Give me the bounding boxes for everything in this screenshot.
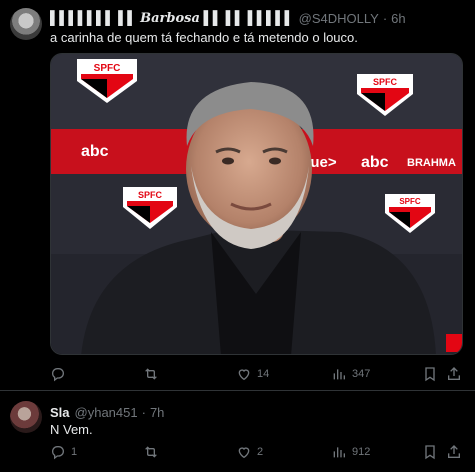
reply-icon bbox=[52, 446, 64, 460]
bookmark-button[interactable] bbox=[422, 443, 438, 461]
spfc-logo-text: SPFC bbox=[138, 190, 163, 200]
sponsor-text: BRAHMA bbox=[407, 157, 456, 169]
like-count: 14 bbox=[257, 368, 270, 380]
like-count: 2 bbox=[257, 446, 264, 458]
retweet-button[interactable] bbox=[143, 443, 164, 461]
tweet-actions: 14 347 bbox=[50, 365, 463, 383]
bookmark-icon bbox=[425, 367, 435, 382]
views-icon bbox=[333, 447, 345, 458]
sponsor-text: abc bbox=[361, 154, 389, 171]
avatar[interactable] bbox=[10, 8, 42, 40]
author-handle[interactable]: @S4DHOLLY bbox=[299, 11, 379, 26]
spfc-logo-text: SPFC bbox=[94, 63, 121, 74]
share-icon bbox=[448, 367, 460, 380]
bookmark-icon bbox=[425, 445, 435, 460]
author-name[interactable]: ▌▌▌▌▌▌▌ ▌▌ Barbosa ▌▌ ▌▌ ▌▌▌▌▌ bbox=[50, 10, 294, 26]
tweet-time[interactable]: 6h bbox=[391, 11, 405, 26]
tweet-header: ▌▌▌▌▌▌▌ ▌▌ Barbosa ▌▌ ▌▌ ▌▌▌▌▌ @S4DHOLLY… bbox=[50, 9, 406, 27]
tweet-actions: 1 2 912 bbox=[50, 443, 463, 461]
spfc-logo-text: SPFC bbox=[399, 197, 421, 206]
separator-dot: · bbox=[382, 10, 388, 26]
retweet-icon bbox=[145, 368, 157, 380]
tweet-media-image[interactable]: SPFC SPFC SPFC SPFC abc blue> abc BRAHMA bbox=[50, 53, 463, 355]
author-name-styled: Barbosa bbox=[140, 11, 200, 26]
like-icon bbox=[238, 447, 250, 459]
like-button[interactable]: 14 bbox=[236, 365, 269, 383]
tweet-header: Sla @yhan451 · 7h bbox=[50, 403, 164, 421]
reply-button[interactable]: 1 bbox=[50, 443, 77, 461]
views-count: 912 bbox=[352, 446, 371, 458]
author-handle[interactable]: @yhan451 bbox=[75, 405, 138, 420]
views-count: 347 bbox=[352, 368, 371, 380]
press-conference-photo: SPFC SPFC SPFC SPFC abc blue> abc BRAHMA bbox=[51, 54, 462, 354]
retweet-button[interactable] bbox=[143, 365, 164, 383]
avatar[interactable] bbox=[10, 401, 42, 433]
retweet-icon bbox=[145, 446, 157, 458]
tweet-text: N Vem. bbox=[50, 422, 93, 437]
views-button[interactable]: 912 bbox=[331, 443, 370, 461]
like-icon bbox=[238, 369, 250, 381]
sponsor-text: abc bbox=[81, 143, 109, 160]
views-button[interactable]: 347 bbox=[331, 365, 370, 383]
tweet-text: a carinha de quem tá fechando e tá meten… bbox=[50, 30, 358, 45]
reply-button[interactable] bbox=[50, 365, 71, 383]
bookmark-button[interactable] bbox=[422, 365, 438, 383]
spfc-logo-text: SPFC bbox=[373, 77, 398, 87]
like-button[interactable]: 2 bbox=[236, 443, 263, 461]
share-button[interactable] bbox=[446, 365, 462, 383]
author-name-glitch: ▌▌▌▌▌▌▌ ▌▌ bbox=[50, 10, 137, 25]
share-button[interactable] bbox=[446, 443, 462, 461]
share-icon bbox=[448, 445, 460, 458]
tweet[interactable]: ▌▌▌▌▌▌▌ ▌▌ Barbosa ▌▌ ▌▌ ▌▌▌▌▌ @S4DHOLLY… bbox=[0, 0, 475, 390]
author-name-glitch-2: ▌▌ ▌▌ ▌▌▌▌▌ bbox=[203, 10, 294, 25]
reply-icon bbox=[52, 368, 64, 382]
views-icon bbox=[333, 369, 345, 380]
tweet-time[interactable]: 7h bbox=[150, 405, 164, 420]
author-name[interactable]: Sla bbox=[50, 405, 70, 420]
separator-dot: · bbox=[141, 404, 146, 420]
reply-count: 1 bbox=[71, 446, 78, 458]
